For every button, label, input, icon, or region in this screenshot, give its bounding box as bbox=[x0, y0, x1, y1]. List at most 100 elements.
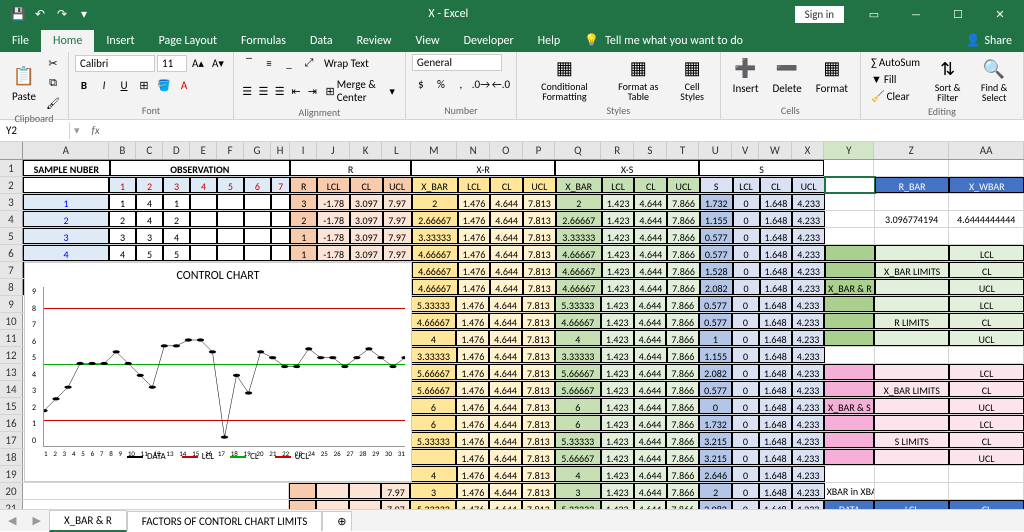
r-5-2[interactable]: 3.097 bbox=[350, 228, 383, 244]
xr-11-1[interactable]: 1.476 bbox=[456, 330, 489, 346]
xs-12-0[interactable]: 3.33333 bbox=[555, 347, 601, 363]
font-color-icon[interactable]: A bbox=[175, 76, 193, 94]
tab-file[interactable]: File bbox=[0, 30, 41, 52]
z13[interactable] bbox=[874, 364, 949, 380]
decrease-indent-icon[interactable]: ⇤ bbox=[289, 82, 303, 100]
tab-page-layout[interactable]: Page Layout bbox=[147, 30, 229, 52]
obs-4-1[interactable]: 4 bbox=[136, 211, 163, 227]
obs-num-5[interactable]: 5 bbox=[217, 177, 244, 193]
signin-button[interactable]: Sign in bbox=[795, 6, 844, 23]
xs-15-2[interactable]: 4.644 bbox=[634, 398, 667, 414]
xr-9-1[interactable]: 1.476 bbox=[456, 296, 489, 312]
s-col-0[interactable]: S bbox=[700, 177, 733, 193]
xs-13-1[interactable]: 1.423 bbox=[601, 364, 634, 380]
xs-20-1[interactable]: 1.423 bbox=[601, 483, 634, 499]
row-header-18[interactable]: 18 bbox=[0, 449, 23, 465]
xr-6-1[interactable]: 1.476 bbox=[458, 245, 491, 261]
xr-5-1[interactable]: 1.476 bbox=[458, 228, 491, 244]
s-11-0[interactable]: 1 bbox=[699, 330, 732, 346]
decrease-font-icon[interactable]: A▾ bbox=[209, 54, 227, 72]
s-19-2[interactable]: 1.648 bbox=[759, 466, 792, 482]
align-center-icon[interactable]: ☰ bbox=[256, 82, 270, 100]
xs-8-0[interactable]: 4.66667 bbox=[556, 279, 602, 295]
xs-6-2[interactable]: 4.644 bbox=[634, 245, 667, 261]
xs-19-1[interactable]: 1.423 bbox=[601, 466, 634, 482]
s-9-0[interactable]: 0.577 bbox=[699, 296, 732, 312]
z15[interactable] bbox=[874, 398, 949, 414]
wrap-text-button[interactable]: Wrap Text bbox=[320, 55, 373, 72]
currency-icon[interactable]: $ bbox=[412, 75, 430, 93]
row-header-1[interactable]: 1 bbox=[0, 160, 23, 176]
z19[interactable] bbox=[875, 466, 950, 482]
tab-data[interactable]: Data bbox=[298, 30, 345, 52]
aa10[interactable]: CL bbox=[949, 313, 1024, 329]
xr-header[interactable]: X-R bbox=[411, 160, 555, 176]
col-header-W[interactable]: W bbox=[759, 142, 792, 159]
r-5-0[interactable]: 1 bbox=[290, 228, 317, 244]
col-header-AA[interactable]: AA bbox=[949, 142, 1024, 159]
aa8[interactable]: UCL bbox=[949, 279, 1024, 295]
number-format-input[interactable] bbox=[412, 54, 502, 71]
s-header[interactable]: S bbox=[699, 160, 824, 176]
y9[interactable] bbox=[824, 296, 874, 312]
r-20-3[interactable]: 7.97 bbox=[381, 483, 410, 499]
obs-num-3[interactable]: 3 bbox=[163, 177, 190, 193]
obs-3-4[interactable] bbox=[217, 194, 244, 210]
xr-18-3[interactable]: 7.813 bbox=[522, 449, 555, 465]
r-col-0[interactable]: R bbox=[290, 177, 317, 193]
obs-4-6[interactable] bbox=[271, 211, 290, 227]
y19[interactable] bbox=[825, 466, 875, 482]
xs-8-3[interactable]: 7.866 bbox=[667, 279, 700, 295]
xs-11-2[interactable]: 4.644 bbox=[634, 330, 667, 346]
xr-19-3[interactable]: 7.813 bbox=[522, 466, 555, 482]
xs-11-0[interactable]: 4 bbox=[555, 330, 601, 346]
xr-4-1[interactable]: 1.476 bbox=[458, 211, 491, 227]
aa6[interactable]: LCL bbox=[949, 245, 1024, 261]
xs-5-1[interactable]: 1.423 bbox=[602, 228, 635, 244]
merge-center-button[interactable]: ⊞ Merge & Center ▾ bbox=[321, 76, 398, 106]
aa9[interactable]: LCL bbox=[949, 296, 1024, 312]
z20[interactable] bbox=[875, 483, 950, 499]
col-header-G[interactable]: G bbox=[244, 142, 271, 159]
r-20-0[interactable] bbox=[289, 483, 316, 499]
undo-icon[interactable]: ↶ bbox=[32, 6, 48, 22]
s-11-1[interactable]: 0 bbox=[732, 330, 759, 346]
samp-4[interactable]: 2 bbox=[23, 211, 109, 227]
z3[interactable] bbox=[875, 194, 950, 210]
xr-4-3[interactable]: 7.813 bbox=[523, 211, 556, 227]
grid[interactable]: ABCDEFGHIJKLMNOPQRSTUVWXYZAA 1SAMPLE NUB… bbox=[0, 142, 1024, 512]
xs-13-2[interactable]: 4.644 bbox=[634, 364, 667, 380]
s-15-3[interactable]: 4.233 bbox=[792, 398, 825, 414]
format-painter-icon[interactable]: 🖌 bbox=[44, 94, 62, 112]
row-header-10[interactable]: 10 bbox=[0, 313, 23, 329]
y17[interactable] bbox=[824, 432, 874, 448]
y13[interactable] bbox=[824, 364, 874, 380]
tab-review[interactable]: Review bbox=[345, 30, 404, 52]
y7[interactable] bbox=[825, 262, 875, 278]
s-18-3[interactable]: 4.233 bbox=[792, 449, 825, 465]
r-4-3[interactable]: 7.97 bbox=[383, 211, 412, 227]
obs-6-4[interactable] bbox=[217, 245, 244, 261]
col-header-K[interactable]: K bbox=[350, 142, 383, 159]
obs-5-3[interactable] bbox=[190, 228, 217, 244]
s-9-1[interactable]: 0 bbox=[732, 296, 759, 312]
xs-3-3[interactable]: 7.866 bbox=[667, 194, 700, 210]
r-6-2[interactable]: 3.097 bbox=[350, 245, 383, 261]
tab-insert[interactable]: Insert bbox=[94, 30, 146, 52]
autosum-button[interactable]: ∑ AutoSum bbox=[867, 54, 924, 71]
xs-20-0[interactable]: 3 bbox=[555, 483, 601, 499]
s-15-2[interactable]: 1.648 bbox=[759, 398, 792, 414]
s-14-3[interactable]: 4.233 bbox=[792, 381, 825, 397]
xs-11-1[interactable]: 1.423 bbox=[601, 330, 634, 346]
xr-17-3[interactable]: 7.813 bbox=[522, 432, 555, 448]
xr-8-3[interactable]: 7.813 bbox=[523, 279, 556, 295]
r-4-0[interactable]: 2 bbox=[290, 211, 317, 227]
r-6-3[interactable]: 7.97 bbox=[383, 245, 412, 261]
xs-19-3[interactable]: 7.866 bbox=[667, 466, 700, 482]
xs-4-1[interactable]: 1.423 bbox=[602, 211, 635, 227]
xr-19-1[interactable]: 1.476 bbox=[457, 466, 490, 482]
s-19-3[interactable]: 4.233 bbox=[792, 466, 825, 482]
s-8-2[interactable]: 1.648 bbox=[760, 279, 793, 295]
xs-16-0[interactable]: 6 bbox=[555, 415, 601, 431]
row-header-9[interactable]: 9 bbox=[0, 296, 23, 312]
